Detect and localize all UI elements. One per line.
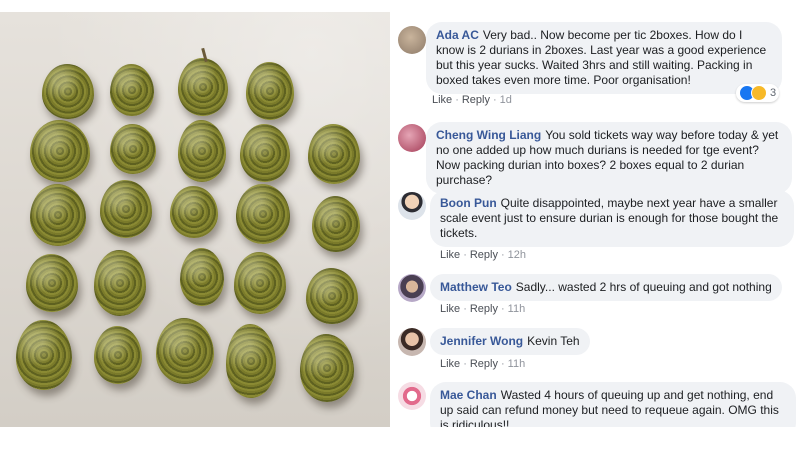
durian bbox=[240, 124, 290, 182]
commenter-name[interactable]: Cheng Wing Liang bbox=[436, 128, 541, 142]
durian bbox=[180, 248, 224, 306]
durian bbox=[30, 120, 90, 182]
commenter-name[interactable]: Boon Pun bbox=[440, 196, 497, 210]
comment-bubble: Ada AC Very bad.. Now become per tic 2box… bbox=[426, 22, 782, 94]
reaction-count: 3 bbox=[770, 87, 777, 99]
comment-actions: Like · Reply · 11h bbox=[440, 358, 526, 370]
reply-link[interactable]: Reply bbox=[462, 94, 490, 106]
commenter-name[interactable]: Jennifer Wong bbox=[440, 334, 523, 348]
avatar[interactable] bbox=[398, 26, 426, 54]
bottom-margin bbox=[0, 427, 800, 450]
durian bbox=[300, 334, 354, 402]
durian bbox=[312, 196, 360, 252]
like-link[interactable]: Like bbox=[440, 358, 460, 370]
comment-bubble: Jennifer Wong Kevin Teh bbox=[430, 328, 590, 355]
like-link[interactable]: Like bbox=[440, 249, 460, 261]
comment-text: Very bad.. Now become per tic 2boxes. Ho… bbox=[436, 28, 767, 87]
reply-link[interactable]: Reply bbox=[470, 358, 498, 370]
comments-panel: Ada AC Very bad.. Now become per tic 2box… bbox=[390, 0, 800, 450]
avatar[interactable] bbox=[398, 192, 426, 220]
comment-bubble: Boon Pun Quite disappointed, maybe next y… bbox=[430, 190, 794, 247]
comment-text: Sadly... wasted 2 hrs of queuing and got… bbox=[515, 280, 772, 294]
durian bbox=[94, 250, 146, 316]
comment-bubble: Matthew Teo Sadly... wasted 2 hrs of queu… bbox=[430, 274, 782, 301]
comment-time: 11h bbox=[507, 358, 526, 370]
comment-time: 11h bbox=[507, 303, 526, 315]
durian bbox=[26, 254, 78, 312]
durian bbox=[236, 184, 290, 244]
avatar[interactable] bbox=[398, 382, 426, 410]
durian bbox=[234, 252, 286, 314]
durian bbox=[308, 124, 360, 184]
durian bbox=[110, 64, 154, 116]
comment-actions: Like · Reply · 12h bbox=[440, 249, 527, 261]
avatar[interactable] bbox=[398, 124, 426, 152]
durian bbox=[30, 184, 86, 246]
commenter-name[interactable]: Mae Chan bbox=[440, 388, 497, 402]
reply-link[interactable]: Reply bbox=[470, 249, 498, 261]
durian bbox=[178, 47, 228, 116]
comment-time: 1d bbox=[499, 94, 512, 106]
durian bbox=[178, 120, 226, 182]
durian bbox=[156, 318, 214, 384]
durian bbox=[170, 186, 218, 238]
avatar[interactable] bbox=[398, 274, 426, 302]
durian bbox=[246, 62, 294, 120]
avatar[interactable] bbox=[398, 328, 426, 356]
comment-bubble: Cheng Wing Liang You sold tickets way way… bbox=[426, 122, 792, 194]
comment-time: 12h bbox=[507, 249, 527, 261]
commenter-name[interactable]: Ada AC bbox=[436, 28, 479, 42]
durian bbox=[100, 180, 152, 238]
comment-actions: Like · Reply · 11h bbox=[440, 303, 526, 315]
durian bbox=[306, 268, 358, 324]
reply-link[interactable]: Reply bbox=[470, 303, 498, 315]
reaction-summary[interactable]: 3 bbox=[736, 84, 780, 102]
durian bbox=[94, 326, 142, 384]
haha-reaction-icon bbox=[751, 85, 767, 101]
durian bbox=[16, 320, 72, 390]
comment-actions: Like · Reply · 1d bbox=[432, 94, 512, 106]
durian bbox=[110, 124, 156, 174]
like-link[interactable]: Like bbox=[432, 94, 452, 106]
durian bbox=[42, 64, 94, 119]
like-link[interactable]: Like bbox=[440, 303, 460, 315]
commenter-name[interactable]: Matthew Teo bbox=[440, 280, 512, 294]
durian-photo bbox=[0, 12, 390, 427]
tagged-name[interactable]: Kevin Teh bbox=[527, 334, 579, 348]
